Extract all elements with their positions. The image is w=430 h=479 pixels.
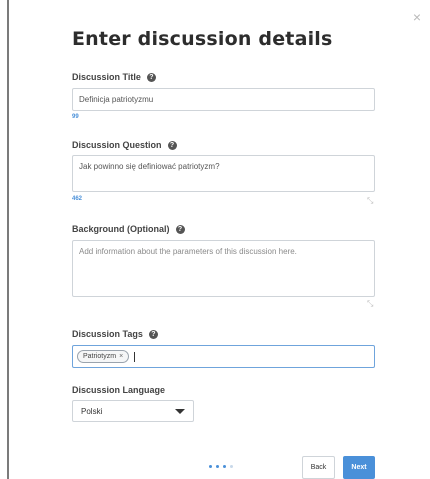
discussion-question-label-text: Discussion Question	[72, 140, 162, 150]
text-cursor	[134, 351, 136, 362]
discussion-tags-label-text: Discussion Tags	[72, 329, 143, 339]
help-icon[interactable]: ?	[175, 224, 185, 234]
background-label: Background (Optional) ?	[72, 224, 185, 234]
discussion-title-value: Definicja patriotyzmu	[79, 95, 154, 104]
help-icon[interactable]: ?	[148, 329, 158, 339]
language-select-value: Polski	[81, 406, 103, 416]
back-button[interactable]: Back	[302, 456, 335, 479]
discussion-language-label: Discussion Language	[72, 385, 165, 395]
left-border	[7, 0, 9, 479]
background-field[interactable]	[72, 240, 375, 297]
page-title: Enter discussion details	[72, 28, 333, 50]
close-icon[interactable]: ×	[410, 10, 424, 24]
tag-chip: Patriotyzm ×	[77, 350, 130, 363]
discussion-tags-field[interactable]: Patriotyzm ×	[72, 345, 375, 368]
discussion-question-label: Discussion Question ?	[72, 140, 177, 150]
discussion-question-field[interactable]: Jak powinno się definiować patriotyzm?	[72, 155, 375, 192]
discussion-title-field[interactable]: Definicja patriotyzmu	[72, 88, 375, 111]
step-dot	[223, 465, 226, 468]
discussion-title-counter: 99	[72, 114, 79, 120]
resize-handle-icon[interactable]: ⤡	[367, 197, 375, 205]
help-icon[interactable]: ?	[146, 72, 156, 82]
background-label-text: Background (Optional)	[72, 224, 170, 234]
discussion-title-label: Discussion Title ?	[72, 72, 156, 82]
step-indicator	[209, 465, 233, 468]
discussion-tags-label: Discussion Tags ?	[72, 329, 158, 339]
next-button[interactable]: Next	[343, 456, 375, 479]
step-dot	[230, 465, 233, 468]
discussion-question-counter: 462	[72, 196, 83, 202]
tag-label: Patriotyzm	[83, 353, 117, 360]
remove-tag-icon[interactable]: ×	[119, 353, 123, 360]
resize-handle-icon[interactable]: ⤡	[367, 300, 375, 308]
chevron-down-icon	[175, 408, 185, 414]
discussion-language-label-text: Discussion Language	[72, 385, 166, 395]
background-textarea[interactable]	[73, 241, 374, 296]
step-dot	[216, 465, 219, 468]
discussion-title-label-text: Discussion Title	[72, 72, 141, 82]
discussion-question-value: Jak powinno się definiować patriotyzm?	[79, 162, 220, 171]
step-dot	[209, 465, 212, 468]
help-icon[interactable]: ?	[167, 140, 177, 150]
language-select[interactable]: Polski	[72, 400, 194, 422]
